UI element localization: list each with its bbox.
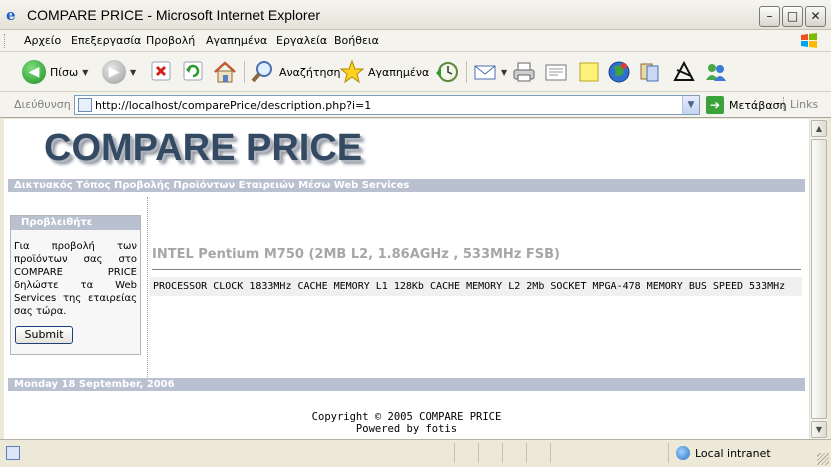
tagline-bar: Δικτυακός Τόπος Προβολής Προϊόντων Εταιρ… <box>8 179 805 192</box>
standard-toolbar: ◀ Πίσω ▼ ▶ ▼ Αναζήτηση Αγαπημένα ▼ <box>0 52 831 92</box>
frame-right-edge <box>827 119 831 439</box>
refresh-icon <box>183 61 203 81</box>
scroll-thumb[interactable] <box>811 139 827 419</box>
stop-button[interactable] <box>150 60 172 82</box>
page-icon <box>78 98 92 112</box>
messenger-globe-button[interactable] <box>607 60 631 84</box>
stop-icon <box>151 61 171 81</box>
address-bar: Διεύθυνση http://localhost/comparePrice/… <box>0 92 831 118</box>
favorites-button[interactable]: Αγαπημένα <box>340 60 429 84</box>
status-cell <box>668 443 669 463</box>
product-specs: PROCESSOR CLOCK 1833MHz CACHE MEMORY L1 … <box>150 277 802 296</box>
window-title: COMPARE PRICE - Microsoft Internet Explo… <box>27 7 321 23</box>
mail-button[interactable]: ▼ <box>473 60 507 84</box>
history-icon <box>436 62 458 82</box>
search-button[interactable]: Αναζήτηση <box>251 60 340 84</box>
powered-by-text: Powered by fotis <box>355 423 458 435</box>
menu-bar: Αρχείο Επεξεργασία Προβολή Αγαπημένα Εργ… <box>0 30 831 52</box>
go-button[interactable]: ➔ Μετάβαση <box>706 96 787 114</box>
research-icon <box>640 63 659 82</box>
maximize-button[interactable]: □ <box>782 6 803 27</box>
search-label: Αναζήτηση <box>279 65 341 79</box>
links-button[interactable]: Links <box>782 97 818 111</box>
status-cell <box>478 443 479 463</box>
ie-icon: e <box>6 6 16 24</box>
address-dropdown-icon[interactable]: ▼ <box>682 96 699 114</box>
status-cell <box>454 443 455 463</box>
column-divider <box>147 197 148 377</box>
go-arrow-icon: ➔ <box>706 96 724 114</box>
status-cell <box>526 443 527 463</box>
status-bar: Local intranet <box>0 439 831 467</box>
edit-page-icon <box>545 64 567 81</box>
tool-button[interactable] <box>671 60 697 84</box>
resize-grip-icon[interactable] <box>817 453 829 465</box>
mail-icon <box>474 65 496 80</box>
menu-grip <box>4 34 7 48</box>
zone-label: Local intranet <box>695 446 771 460</box>
site-logo: COMPARE PRICE <box>44 127 363 169</box>
back-arrow-icon: ◀ <box>22 60 46 84</box>
address-url[interactable]: http://localhost/comparePrice/descriptio… <box>95 99 371 112</box>
menu-view[interactable]: Προβολή <box>146 34 195 47</box>
windows-logo-icon <box>801 33 817 48</box>
messenger-icon <box>706 64 726 81</box>
intranet-globe-icon <box>676 446 690 460</box>
history-button[interactable] <box>434 60 460 84</box>
globe-icon <box>608 61 630 83</box>
vertical-scrollbar[interactable]: ▲ ▼ <box>809 119 827 439</box>
sidebar-box: Προβλειθήτε Για προβολή των προϊόντων σα… <box>10 215 141 355</box>
submit-button[interactable]: Submit <box>15 326 73 344</box>
printer-icon <box>513 62 535 82</box>
address-input[interactable]: http://localhost/comparePrice/descriptio… <box>74 95 700 115</box>
menu-favorites[interactable]: Αγαπημένα <box>206 34 267 47</box>
back-label: Πίσω <box>50 65 79 79</box>
page-status-icon <box>6 446 20 460</box>
date-bar: Monday 18 September, 2006 <box>8 378 805 391</box>
product-title: INTEL Pentium M750 (2MB L2, 1.86AGHz , 5… <box>152 247 561 262</box>
toolbar-separator <box>244 61 245 83</box>
menu-file[interactable]: Αρχείο <box>24 34 61 47</box>
minimize-button[interactable]: – <box>759 6 780 27</box>
menu-edit[interactable]: Επεξεργασία <box>71 34 141 47</box>
copyright-text: Copyright © 2005 COMPARE PRICE <box>311 411 502 423</box>
address-label: Διεύθυνση <box>14 98 71 111</box>
note-icon <box>579 62 599 82</box>
sidebar-heading: Προβλειθήτε <box>11 216 140 230</box>
forward-dropdown-icon[interactable]: ▼ <box>130 68 136 77</box>
forward-button[interactable]: ▶ ▼ <box>102 60 136 84</box>
title-bar: e COMPARE PRICE - Microsoft Internet Exp… <box>0 0 831 30</box>
status-cell <box>550 443 551 463</box>
menu-tools[interactable]: Εργαλεία <box>276 34 327 47</box>
scroll-up-icon[interactable]: ▲ <box>811 120 827 137</box>
sail-icon <box>673 60 695 81</box>
edit-button[interactable] <box>544 60 568 84</box>
menu-help[interactable]: Βοήθεια <box>334 34 379 47</box>
research-button[interactable] <box>638 60 662 84</box>
search-icon <box>251 61 272 83</box>
toolbar-separator <box>466 61 467 83</box>
close-button[interactable]: ✕ <box>805 6 826 27</box>
print-button[interactable] <box>512 60 536 84</box>
back-dropdown-icon[interactable]: ▼ <box>82 68 88 77</box>
discuss-button[interactable] <box>577 60 601 84</box>
scroll-down-icon[interactable]: ▼ <box>811 421 827 438</box>
home-button[interactable] <box>212 60 238 84</box>
mail-dropdown-icon[interactable]: ▼ <box>501 68 507 77</box>
refresh-button[interactable] <box>182 60 204 82</box>
back-button[interactable]: ◀ Πίσω ▼ <box>22 60 88 84</box>
go-label: Μετάβαση <box>729 98 787 112</box>
favorites-label: Αγαπημένα <box>368 65 430 79</box>
security-zone: Local intranet <box>676 446 771 460</box>
title-rule <box>152 269 801 270</box>
forward-arrow-icon: ▶ <box>102 60 126 84</box>
star-icon <box>340 60 364 84</box>
sidebar-text: Για προβολή των προϊόντων σας στο COMPAR… <box>14 241 137 317</box>
home-icon <box>214 61 236 83</box>
status-cell <box>502 443 503 463</box>
page-viewport: COMPARE PRICE Δικτυακός Τόπος Προβολής Π… <box>4 119 809 439</box>
messenger-button[interactable] <box>704 60 728 84</box>
